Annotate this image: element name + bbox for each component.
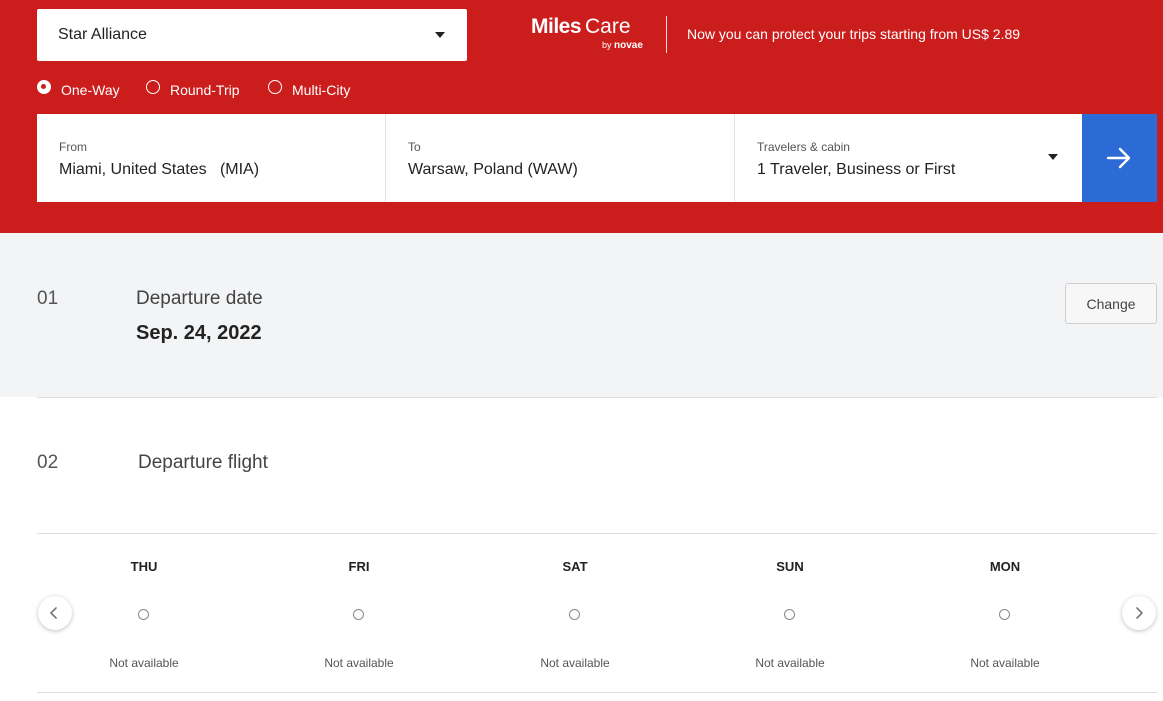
calendar-prev-button[interactable]	[38, 596, 72, 630]
day-status: Not available	[109, 656, 179, 670]
divider	[37, 692, 1157, 693]
to-value[interactable]: Warsaw, Poland (WAW)	[408, 161, 578, 179]
calendar-day-thu[interactable]: THU Not available	[69, 534, 219, 692]
chevron-down-icon	[1048, 154, 1058, 160]
trip-type-label: One-Way	[61, 82, 120, 98]
change-date-button[interactable]: Change	[1065, 283, 1157, 324]
day-status: Not available	[324, 656, 394, 670]
calendar-day-fri[interactable]: FRI Not available	[284, 534, 434, 692]
step-number: 01	[37, 288, 59, 309]
day-status: Not available	[970, 656, 1040, 670]
from-label: From	[59, 140, 87, 154]
to-field[interactable]: To Warsaw, Poland (WAW)	[386, 114, 735, 202]
trip-type-one-way[interactable]: One-Way	[37, 76, 120, 98]
day-name: SAT	[562, 559, 588, 574]
chevron-down-icon	[435, 32, 445, 38]
divider	[37, 397, 1157, 398]
promo-text: Now you can protect your trips starting …	[687, 26, 1021, 42]
radio-checked-icon[interactable]	[37, 80, 51, 94]
departure-date-value: Sep. 24, 2022	[136, 322, 262, 344]
alliance-dropdown-value: Star Alliance	[58, 26, 147, 43]
alliance-dropdown[interactable]: Star Alliance	[37, 9, 467, 61]
step-title: Departure date	[136, 288, 263, 309]
day-status: Not available	[540, 656, 610, 670]
day-radio-icon[interactable]	[353, 609, 364, 620]
from-field[interactable]: From Miami, United States (MIA)	[37, 114, 386, 202]
radio-unchecked-icon[interactable]	[146, 80, 160, 94]
day-radio-icon[interactable]	[138, 609, 149, 620]
day-radio-icon[interactable]	[569, 609, 580, 620]
day-name: SUN	[776, 559, 804, 574]
miles-care-logo: Miles Care by novae	[530, 14, 650, 54]
calendar-day-sat[interactable]: SAT Not available	[500, 534, 650, 692]
step-number: 02	[37, 452, 59, 473]
search-header: Star Alliance Miles Care by novae Now yo…	[0, 0, 1163, 233]
calendar-day-mon[interactable]: MON Not available	[930, 534, 1080, 692]
trip-type-multi-city[interactable]: Multi-City	[268, 76, 350, 98]
travelers-cabin-dropdown[interactable]: Travelers & cabin 1 Traveler, Business o…	[735, 114, 1082, 202]
radio-unchecked-icon[interactable]	[268, 80, 282, 94]
logo-care-text: Care	[585, 15, 631, 38]
day-radio-icon[interactable]	[784, 609, 795, 620]
calendar-next-button[interactable]	[1122, 596, 1156, 630]
day-radio-icon[interactable]	[999, 609, 1010, 620]
trip-type-label: Multi-City	[292, 82, 351, 98]
chevron-right-icon	[1136, 607, 1143, 619]
calendar-day-sun[interactable]: SUN Not available	[715, 534, 865, 692]
chevron-left-icon	[50, 607, 57, 619]
trip-type-label: Round-Trip	[170, 82, 240, 98]
step-title: Departure flight	[138, 452, 268, 473]
from-value[interactable]: Miami, United States (MIA)	[59, 161, 259, 179]
logo-miles-text: Miles	[531, 15, 582, 38]
arrow-right-icon	[1106, 147, 1131, 169]
logo-novae-text: by novae	[602, 40, 643, 51]
day-name: FRI	[348, 559, 370, 574]
day-name: MON	[989, 559, 1021, 574]
search-submit-button[interactable]	[1082, 114, 1157, 202]
header-divider	[666, 16, 667, 53]
travelers-label: Travelers & cabin	[757, 140, 850, 154]
day-name: THU	[130, 559, 158, 574]
to-label: To	[408, 140, 421, 154]
departure-date-section: 01 Departure date Sep. 24, 2022 Change	[0, 233, 1163, 397]
travelers-value: 1 Traveler, Business or First	[757, 161, 956, 178]
flight-search-form: From Miami, United States (MIA) To Warsa…	[37, 114, 1157, 202]
day-status: Not available	[755, 656, 825, 670]
trip-type-round-trip[interactable]: Round-Trip	[146, 76, 240, 98]
